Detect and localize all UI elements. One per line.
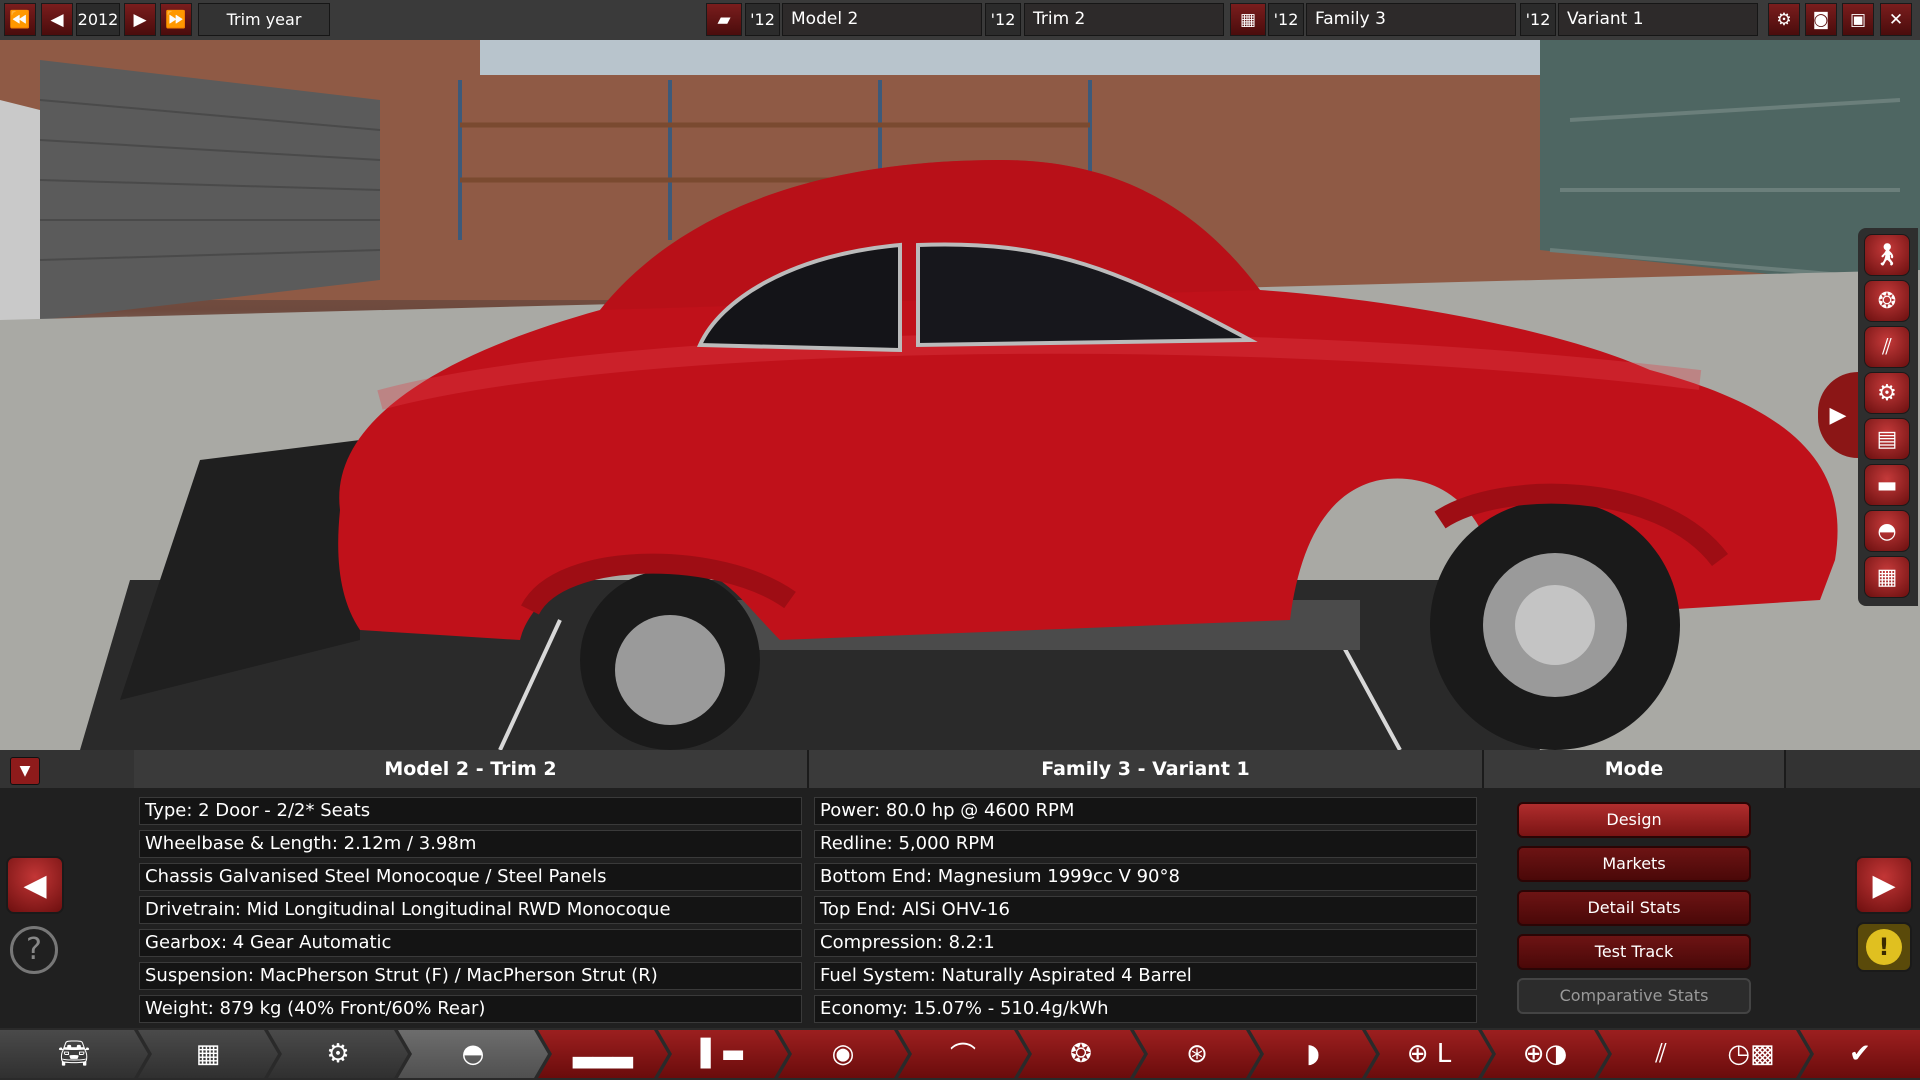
engine-redline-row: Redline: 5,000 RPM (814, 830, 1477, 858)
engine-family-icon[interactable]: ▦ (1230, 3, 1266, 36)
car-wheelbase-row: Wheelbase & Length: 2.12m / 3.98m (139, 830, 802, 858)
prev-year-icon[interactable]: ◀ (41, 3, 73, 36)
car-chassis-row: Chassis Galvanised Steel Monocoque / Ste… (139, 863, 802, 891)
car-model-icon[interactable]: ▰ (706, 3, 742, 36)
camera-icon[interactable]: ◙ (1805, 3, 1837, 36)
mode-markets-button[interactable]: Markets (1517, 846, 1751, 882)
play-arrow-icon: ▶ (1829, 402, 1847, 428)
engine-info-header: Family 3 - Variant 1 (809, 750, 1484, 788)
year-field: 2012 (76, 3, 120, 36)
mode-test-track-button[interactable]: Test Track (1517, 934, 1751, 970)
car-type-row: Type: 2 Door - 2/2* Seats (139, 797, 802, 825)
variant-selector[interactable]: Variant 1 (1558, 3, 1758, 36)
arrow-left-icon: ◀ (23, 867, 47, 903)
save-icon[interactable]: ▣ (1842, 3, 1874, 36)
fuel-system-icon[interactable]: ❂ (1018, 1030, 1144, 1078)
body-icon[interactable]: ◓ (398, 1030, 548, 1078)
chassis-icon[interactable]: ▦ (138, 1030, 278, 1078)
arrow-right-icon: ▶ (1872, 867, 1896, 903)
model-selector[interactable]: Model 2 (782, 3, 982, 36)
engine-power-row: Power: 80.0 hp @ 4600 RPM (814, 797, 1477, 825)
car-weight-row: Weight: 879 kg (40% Front/60% Rear) (139, 995, 802, 1023)
turbo-icon[interactable]: ⊛ (1134, 1030, 1260, 1078)
trim-selector[interactable]: Trim 2 (1024, 3, 1224, 36)
cylinder-head-icon[interactable]: ⌒ (898, 1030, 1028, 1078)
grille-icon[interactable]: ▦ (1864, 556, 1910, 598)
wheel-icon[interactable]: ❂ (1864, 280, 1910, 322)
car-info-header: Model 2 - Trim 2 (134, 750, 809, 788)
car-side-icon[interactable]: ◓ (1864, 510, 1910, 552)
engine-bottom-end-row: Bottom End: Magnesium 1999cc V 90°8 (814, 863, 1477, 891)
engine-fuel-system-row: Fuel System: Naturally Aspirated 4 Barre… (814, 962, 1477, 990)
next-year-icon[interactable]: ▶ (124, 3, 156, 36)
variant-year: '12 (1520, 3, 1556, 36)
suspension-icon[interactable]: ⚙ (268, 1030, 408, 1078)
engine-economy-row: Economy: 15.07% - 510.4g/kWh (814, 995, 1477, 1023)
testing-icon[interactable]: ◷▩ (1692, 1030, 1810, 1078)
mode-design-button[interactable]: Design (1517, 802, 1751, 838)
forward-year-icon[interactable]: ⏩ (160, 3, 192, 36)
collapse-panel-button[interactable]: ▼ (10, 757, 40, 785)
part-category-sidebar: 🚶︎ ❂ ⫽ ⚙ ▤ ▬ ◓ ▦ (1858, 228, 1918, 606)
mode-detail-stats-button[interactable]: Detail Stats (1517, 890, 1751, 926)
exhaust-nav-icon[interactable]: ◗ (1250, 1030, 1376, 1078)
right-header (1786, 750, 1920, 788)
car-suspension-row: Suspension: MacPherson Strut (F) / MacPh… (139, 962, 802, 990)
warning-button[interactable]: ! (1856, 922, 1912, 972)
engine-icon[interactable]: ⚙ (1864, 372, 1910, 414)
mode-comparative-stats-button[interactable]: Comparative Stats (1517, 978, 1751, 1014)
trim-year-label[interactable]: Trim year (198, 3, 330, 36)
mode-header: Mode (1484, 750, 1786, 788)
previous-step-button[interactable]: ◀ (6, 856, 64, 914)
help-icon[interactable]: ? (10, 926, 58, 974)
engine-compression-row: Compression: 8.2:1 (814, 929, 1477, 957)
close-icon[interactable]: ✕ (1880, 3, 1912, 36)
top-bar: ⏪ ◀ 2012 ▶ ⏩ Trim year ▰ '12 Model 2 '12… (0, 0, 1920, 41)
garage-scene[interactable] (0, 40, 1920, 750)
warning-icon: ! (1866, 929, 1902, 965)
family-selector[interactable]: Family 3 (1306, 3, 1516, 36)
car-icon[interactable]: 🚘︎ (0, 1030, 148, 1078)
person-icon[interactable]: 🚶︎ (1864, 234, 1910, 276)
steering-icon[interactable]: ⊕◑ (1482, 1030, 1608, 1078)
car-drivetrain-row: Drivetrain: Mid Longitudinal Longitudina… (139, 896, 802, 924)
family-year: '12 (1268, 3, 1304, 36)
car-roof-icon[interactable]: ▬ (1864, 464, 1910, 506)
seat-icon[interactable]: ▤ (1864, 418, 1910, 460)
model-year: '12 (745, 3, 780, 36)
chevron-down-icon: ▼ (19, 763, 31, 779)
engine-top-end-row: Top End: AlSi OHV-16 (814, 896, 1477, 924)
car-gearbox-row: Gearbox: 4 Gear Automatic (139, 929, 802, 957)
rewind-year-icon[interactable]: ⏪ (4, 3, 36, 36)
trim-year: '12 (985, 3, 1021, 36)
settings-gear-icon[interactable]: ⚙ (1768, 3, 1800, 36)
body-parts-icon[interactable]: ▃▃▃ (538, 1030, 668, 1078)
next-step-button[interactable]: ▶ (1855, 856, 1913, 914)
gearbox-icon[interactable]: ⊕ L (1366, 1030, 1492, 1078)
trim-icon[interactable]: ▌▬ (658, 1030, 788, 1078)
finish-icon[interactable]: ✔ (1800, 1030, 1920, 1078)
exhaust-icon[interactable]: ⫽ (1864, 326, 1910, 368)
engine-block-icon[interactable]: ◉ (778, 1030, 908, 1078)
